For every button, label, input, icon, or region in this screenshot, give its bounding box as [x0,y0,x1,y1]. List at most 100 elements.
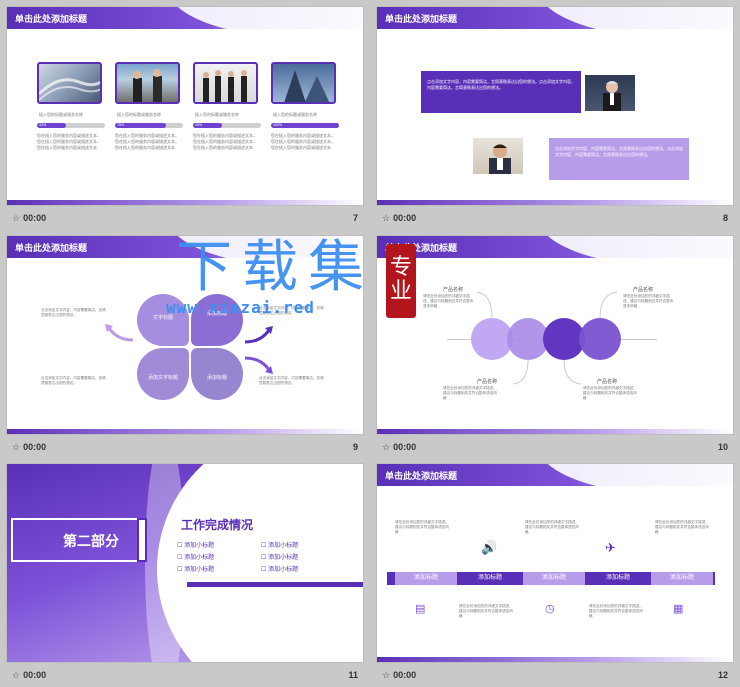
watermark-url: www.xiazai.red [166,298,315,317]
product-name: 产品名称 [443,287,464,293]
slide-title: 单击此处添加标题 [385,471,458,481]
footer-wave [7,429,363,434]
product-desc: 请在此处添加您的详细文字描述，建议与标题相关并符合整体语言风格 [623,294,674,308]
transition-icon: ☆ [382,669,391,680]
slide-8-thumbnail[interactable]: 单击此处添加标题 点击添加文字内容，内容需要简洁，言简意赅表达出您的想法。点击添… [376,6,734,230]
checklist-left: ☐ 添加小标题 ☐ 添加小标题 ☐ 添加小标题 [177,540,214,576]
text-box-dark: 点击添加文字内容，内容需要简洁，言简意赅表达出您的想法。点击添加文字内容，内容需… [421,71,581,113]
product-name: 产品名称 [633,287,654,293]
slide-title: 单击此处添加标题 [385,14,458,24]
item-body: 您在插入您的服务内容或描述文本，您在插入您的服务内容或描述文本，您在插入您的服务… [193,133,257,150]
step-desc: 请在此处添加您的详细文字描述，建议与标题相关并符合整体语言风格 [655,520,709,534]
note-text: 点击添加文字内容，内容需要简洁，言简意赅表达出您的想法。 [41,308,106,317]
arrow-icon [244,326,273,344]
product-desc: 请在此处添加您的详细文字描述，建议与标题相关并符合整体语言风格 [583,386,637,400]
petal-label: 添加标题 [206,375,227,381]
slide-time: 00:00 [393,442,417,452]
progress-label: 75% [117,123,125,127]
text-box-content: 点击添加文字内容，内容需要简洁，言简意赅表达出您的想法。点击添加文字内容，内容需… [555,146,683,157]
slide-11-thumbnail[interactable]: 第二部分 工作完成情况 ☐ 添加小标题 ☐ 添加小标题 ☐ 添加小标题 ☐ 添加… [6,463,364,687]
transition-icon: ☆ [12,669,21,680]
slide-number: 9 [352,442,358,452]
note-text: 点击添加文字内容，内容需要简洁，言简意赅表达出您的想法。 [41,376,106,385]
petal-label: 添加文字标题 [147,375,178,381]
progress-label: 43% [39,123,47,127]
slide-7-thumbnail[interactable]: 单击此处添加标题 插入您的标题或服务名称 插入您的标题或服务名称 插入您的标题或… [6,6,364,230]
progress-bar: 75% [115,123,183,128]
item-caption: 插入您的标题或服务名称 [39,112,83,117]
slide-footer: ☆ 00:00 9 [6,435,364,459]
slide-number: 11 [348,670,358,680]
slide-number: 10 [717,442,728,452]
slide-number: 12 [717,670,728,680]
text-box-content: 点击添加文字内容，内容需要简洁，言简意赅表达出您的想法。点击添加文字内容，内容需… [427,79,575,90]
checklist-item: ☐ 添加小标题 [261,543,299,549]
footer-wave [7,200,363,205]
footer-wave [377,200,733,205]
slide-time: 00:00 [23,670,47,680]
slide-7: 单击此处添加标题 插入您的标题或服务名称 插入您的标题或服务名称 插入您的标题或… [6,6,364,206]
transition-icon: ☆ [12,212,21,223]
item-caption: 插入您的标题或服务名称 [195,112,239,117]
footer-wave [377,657,733,662]
watermark-seal: 专业 [386,244,416,318]
team-photo [193,62,258,104]
timeline-step: 添加标题 [395,572,457,585]
checklist-item: ☐ 添加小标题 [177,543,215,549]
slide-heading: 工作完成情况 [181,518,254,532]
checkbox-icon: ☐ [177,555,183,561]
slide-footer: ☆ 00:00 10 [376,435,734,459]
item-caption: 插入您的标题或服务名称 [273,112,317,117]
accent-bar [187,582,363,587]
checklist-item: ☐ 添加小标题 [261,555,299,561]
item-body: 您在插入您的服务内容或描述文本，您在插入您的服务内容或描述文本，您在插入您的服务… [271,133,335,150]
slide-10: 单击此处添加标题 产品名称 请在此处添加您的详细文字描述，建议与标题相关并符合整… [376,235,734,435]
step-desc: 请在此处添加您的详细文字描述，建议与标题相关并符合整体语言风格 [589,604,643,618]
slide-12-thumbnail[interactable]: 单击此处添加标题 请在此处添加您的详细文字描述，建议与标题相关并符合整体语言风格… [376,463,734,687]
text-box-light: 点击添加文字内容，内容需要简洁，言简意赅表达出您的想法。点击添加文字内容，内容需… [549,138,689,180]
timeline-step: 添加标题 [587,572,649,585]
slide-title: 单击此处添加标题 [15,14,88,24]
transition-icon: ☆ [382,441,391,452]
slide-8: 单击此处添加标题 点击添加文字内容，内容需要简洁，言简意赅表达出您的想法。点击添… [376,6,734,206]
checkbox-icon: ☐ [261,543,267,549]
slide-footer: ☆ 00:00 11 [6,663,364,687]
progress-bar: 43% [193,123,261,128]
checklist-item: ☐ 添加小标题 [177,567,215,573]
slide-time: 00:00 [393,213,417,223]
transition-icon: ☆ [12,441,21,452]
slide-footer: ☆ 00:00 8 [376,206,734,230]
step-desc: 请在此处添加您的详细文字描述，建议与标题相关并符合整体语言风格 [459,604,513,618]
checklist-item: ☐ 添加小标题 [177,555,215,561]
businessman-photo [583,73,637,113]
timeline-step: 添加标题 [523,572,585,585]
slide-11: 第二部分 工作完成情况 ☐ 添加小标题 ☐ 添加小标题 ☐ 添加小标题 ☐ 添加… [6,463,364,663]
slide-10-thumbnail[interactable]: 单击此处添加标题 产品名称 请在此处添加您的详细文字描述，建议与标题相关并符合整… [376,235,734,459]
section-title: 第二部分 [63,533,119,549]
timeline-step: 添加标题 [651,572,713,585]
product-desc: 请在此处添加您的详细文字描述，建议与标题相关并符合整体语言风格 [443,386,497,400]
slide-time: 00:00 [23,442,47,452]
transition-icon: ☆ [382,212,391,223]
checklist-right: ☐ 添加小标题 ☐ 添加小标题 ☐ 添加小标题 [261,540,298,576]
handshake-photo [115,62,180,104]
progress-bar: 43% [37,123,105,128]
progress-bar: 100% [271,123,339,128]
checkbox-icon: ☐ [261,555,267,561]
slide-title: 单击此处添加标题 [15,243,88,253]
smiling-man-photo [471,136,525,176]
item-body: 您在插入您的服务内容或描述文本，您在插入您的服务内容或描述文本，您在插入您的服务… [115,133,179,150]
checklist-item: ☐ 添加小标题 [261,567,299,573]
arrow-icon [105,324,134,342]
connector-lines [476,291,618,385]
product-name: 产品名称 [597,379,618,385]
step-desc: 请在此处添加您的详细文字描述，建议与标题相关并符合整体语言风格 [395,520,449,534]
progress-label: 100% [273,123,283,127]
item-caption: 插入您的标题或服务名称 [117,112,161,117]
checkbox-icon: ☐ [177,543,183,549]
slide-12: 单击此处添加标题 请在此处添加您的详细文字描述，建议与标题相关并符合整体语言风格… [376,463,734,663]
building-photo [37,62,102,104]
slide-time: 00:00 [393,670,417,680]
clock-icon: ◷ [545,603,555,615]
arrow-icon [244,356,273,374]
